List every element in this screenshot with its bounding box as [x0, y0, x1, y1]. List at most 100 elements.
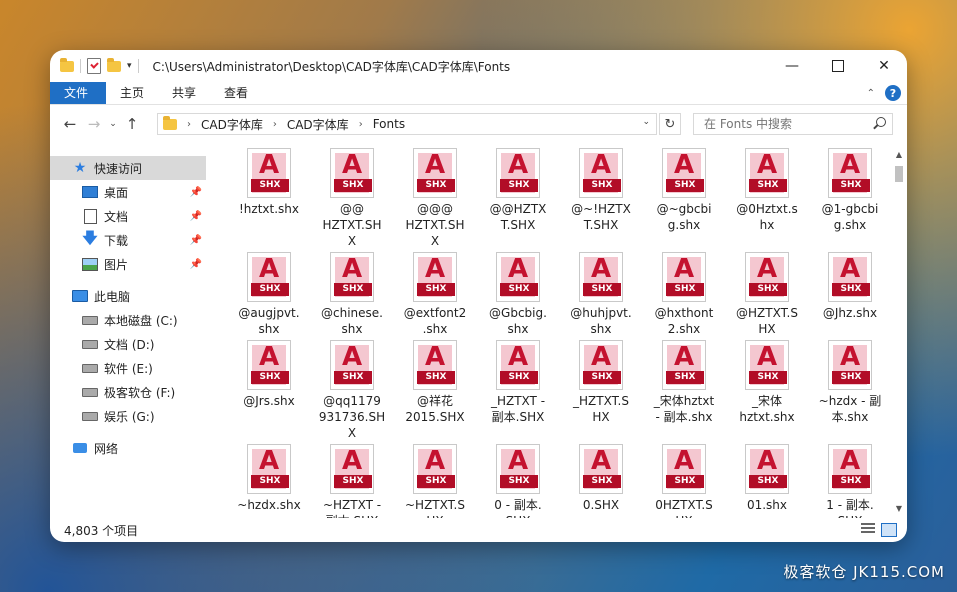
address-bar[interactable]: › CAD字体库 › CAD字体库 › Fonts ⌄ [157, 113, 657, 135]
file-name: 01.shx [746, 498, 788, 512]
file-name: @祥花 2015.SHX [405, 394, 465, 424]
file-item[interactable]: A SHX @qq1179 931736.SH X [317, 340, 387, 441]
crumb-separator[interactable]: › [359, 119, 363, 130]
breadcrumb-item[interactable]: CAD字体库 [201, 116, 263, 133]
file-item[interactable]: ASHX ~HZTXT.SHX [400, 444, 470, 518]
search-box[interactable] [693, 113, 893, 135]
sidebar-item-downloads[interactable]: 🡇 下载 📌 [50, 228, 206, 252]
file-item[interactable]: A SHX @0Hztxt.s hx [732, 148, 802, 233]
document-icon [82, 208, 98, 224]
file-item[interactable]: A SHX !hztxt.shx [234, 148, 304, 217]
close-button[interactable]: ✕ [861, 50, 907, 82]
shx-file-icon: A SHX [494, 444, 542, 494]
help-icon[interactable]: ? [885, 85, 901, 101]
drive-icon [82, 313, 98, 327]
file-item[interactable]: A SHX @huhjpvt. shx [566, 252, 636, 337]
file-item[interactable]: A SHX @HZTXT.S HX [732, 252, 802, 337]
sidebar-item-drive-g[interactable]: 娱乐 (G:) [50, 404, 206, 428]
navigation-bar: ← → ⌄ ↑ › CAD字体库 › CAD字体库 › Fonts ⌄ ↻ [50, 106, 907, 142]
sidebar-item-this-pc[interactable]: 此电脑 [50, 284, 206, 308]
file-name: @Jrs.shx [243, 394, 295, 408]
scroll-thumb[interactable] [895, 166, 903, 182]
file-item[interactable]: A SHX @祥花 2015.SHX [400, 340, 470, 425]
title-bar: ▾ C:\Users\Administrator\Desktop\CAD字体库\… [50, 50, 907, 82]
refresh-button[interactable]: ↻ [659, 113, 681, 135]
sidebar-item-drive-f[interactable]: 极客软仓 (F:) [50, 380, 206, 404]
large-icons-view-icon[interactable] [881, 523, 897, 537]
breadcrumb-item[interactable]: Fonts [373, 117, 405, 131]
search-icon[interactable] [876, 117, 886, 127]
file-item[interactable]: ASHX 0HZTXT.SHX [649, 444, 719, 518]
file-item[interactable]: A SHX _HZTXT - 副本.SHX [483, 340, 553, 425]
maximize-button[interactable] [815, 50, 861, 82]
file-item[interactable]: A SHX @Jrs.shx [234, 340, 304, 409]
file-item[interactable]: A SHX @~gbcbi g.shx [649, 148, 719, 233]
file-item[interactable]: A SHX @Gbcbig. shx [483, 252, 553, 337]
file-item[interactable]: A SHX @hxthont 2.shx [649, 252, 719, 337]
shx-file-icon: A SHX [577, 444, 625, 494]
shx-file-icon: A SHX [826, 444, 874, 494]
file-item[interactable]: A SHX @1-gbcbi g.shx [815, 148, 885, 233]
file-item[interactable]: ASHX 0 - 副本.SHX [483, 444, 553, 518]
sidebar-item-documents[interactable]: 文档 📌 [50, 204, 206, 228]
file-item[interactable]: A SHX ~hzdx.shx [234, 444, 304, 513]
file-item[interactable]: A SHX @extfont2 .shx [400, 252, 470, 337]
file-name: ~hzdx - 副本.shx [818, 394, 882, 424]
pin-icon[interactable]: 📌 [190, 211, 202, 222]
sidebar-item-drive-c[interactable]: 本地磁盘 (C:) [50, 308, 206, 332]
file-item[interactable]: A SHX _宋体 hztxt.shx [732, 340, 802, 425]
file-name: ~HZTXT.SHX [405, 498, 465, 518]
file-item[interactable]: ASHX 1 - 副本.SHX [815, 444, 885, 518]
sidebar-item-drive-d[interactable]: 文档 (D:) [50, 332, 206, 356]
file-item[interactable]: ASHX@@HZTXT.SHX [317, 148, 387, 249]
breadcrumb-item[interactable]: CAD字体库 [287, 116, 349, 133]
search-input[interactable] [702, 116, 866, 132]
tab-file[interactable]: 文件 [50, 82, 106, 104]
pin-icon[interactable]: 📌 [190, 187, 202, 198]
qa-dropdown-icon[interactable]: ▾ [127, 61, 132, 71]
sidebar-item-drive-e[interactable]: 软件 (E:) [50, 356, 206, 380]
forward-button[interactable]: → [82, 115, 106, 133]
file-item[interactable]: A SHX @@@ HZTXT.SH X [400, 148, 470, 249]
tab-share[interactable]: 共享 [158, 82, 210, 104]
file-item[interactable]: A SHX @chinese. shx [317, 252, 387, 337]
collapse-ribbon-icon[interactable]: ⌃ [867, 88, 875, 99]
file-name: 0.SHX [582, 498, 620, 512]
vertical-scrollbar[interactable]: ▲ ▼ [891, 150, 907, 518]
properties-icon[interactable] [87, 58, 101, 74]
scroll-down-arrow[interactable]: ▼ [891, 504, 907, 518]
sidebar-item-quick-access[interactable]: ★ 快速访问 [50, 156, 206, 180]
sidebar-item-desktop[interactable]: 桌面 📌 [50, 180, 206, 204]
sidebar-item-network[interactable]: 网络 [50, 436, 206, 460]
folder-icon[interactable] [60, 57, 74, 72]
crumb-separator[interactable]: › [273, 119, 277, 130]
shx-file-icon: A SHX [328, 340, 376, 390]
new-folder-icon[interactable] [107, 57, 121, 72]
file-item[interactable]: A SHX 01.shx [732, 444, 802, 513]
file-item[interactable]: A SHX 0.SHX [566, 444, 636, 513]
pin-icon[interactable]: 📌 [190, 235, 202, 246]
pin-icon[interactable]: 📌 [190, 259, 202, 270]
back-button[interactable]: ← [58, 115, 82, 133]
file-item[interactable]: A SHX @augjpvt. shx [234, 252, 304, 337]
file-item[interactable]: ASHX@@HZTXT.SHX [483, 148, 553, 233]
sidebar-item-pictures[interactable]: 图片 📌 [50, 252, 206, 276]
file-name: !hztxt.shx [239, 202, 299, 216]
file-item[interactable]: A SHX @Jhz.shx [815, 252, 885, 321]
file-item[interactable]: A SHX @~!HZTX T.SHX [566, 148, 636, 233]
address-dropdown-icon[interactable]: ⌄ [642, 117, 650, 127]
minimize-button[interactable]: — [769, 50, 815, 82]
file-item[interactable]: ASHX ~HZTXT -副本.SHX [317, 444, 387, 518]
file-name: ~hzdx.shx [237, 498, 301, 512]
up-button[interactable]: ↑ [120, 115, 144, 133]
tab-view[interactable]: 查看 [210, 82, 262, 104]
file-item[interactable]: A SHX _HZTXT.S HX [566, 340, 636, 425]
shx-file-icon: A SHX [743, 148, 791, 198]
details-view-icon[interactable] [861, 523, 875, 535]
file-item[interactable]: A SHX ~hzdx - 副本.shx [815, 340, 885, 425]
crumb-separator[interactable]: › [187, 119, 191, 130]
file-item[interactable]: A SHX _宋体hztxt - 副本.shx [649, 340, 719, 425]
recent-locations-button[interactable]: ⌄ [106, 119, 120, 129]
scroll-up-arrow[interactable]: ▲ [891, 150, 907, 164]
tab-home[interactable]: 主页 [106, 82, 158, 104]
